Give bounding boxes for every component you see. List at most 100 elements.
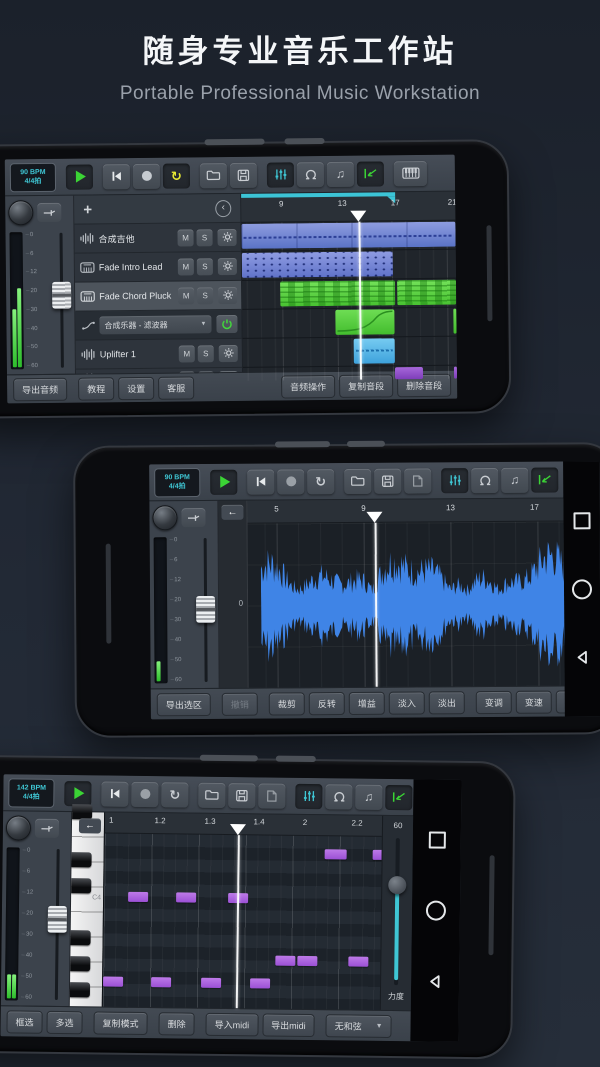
new-file-button[interactable]	[258, 782, 286, 809]
loop-region-bar[interactable]	[241, 192, 396, 198]
skip-start-button[interactable]	[101, 780, 129, 807]
midi-clip[interactable]	[397, 279, 457, 306]
volume-fader[interactable]	[196, 537, 216, 682]
automation-row[interactable]: 合成乐器 - 滤波器 ▼	[75, 309, 242, 341]
metronome-button[interactable]	[325, 783, 353, 810]
playhead-handle[interactable]	[366, 511, 383, 523]
midi-clip[interactable]	[453, 366, 458, 379]
play-button[interactable]	[65, 163, 94, 190]
solo-button[interactable]: S	[197, 286, 214, 304]
import-midi-button[interactable]: 导入midi	[205, 1012, 259, 1036]
automation-clip[interactable]	[453, 308, 457, 334]
fader-handle[interactable]	[52, 281, 72, 309]
black-key[interactable]	[71, 852, 92, 868]
fader-handle[interactable]	[47, 906, 67, 934]
midi-note[interactable]	[250, 978, 271, 989]
quantize-button[interactable]: ♫	[355, 784, 383, 810]
track-row[interactable]: 合成吉他 M S	[74, 222, 241, 254]
channel-fx-button[interactable]	[34, 818, 60, 838]
lane[interactable]	[242, 336, 457, 368]
return-start-button[interactable]	[356, 160, 385, 187]
playhead-handle[interactable]	[350, 210, 367, 222]
play-button[interactable]	[210, 469, 238, 495]
midi-note[interactable]	[324, 849, 347, 860]
mixer-button[interactable]	[295, 783, 323, 809]
black-key[interactable]	[69, 982, 90, 998]
automation-target-dropdown[interactable]: 合成乐器 - 滤波器 ▼	[99, 315, 212, 335]
midi-note[interactable]	[201, 977, 222, 988]
save-project-button[interactable]	[228, 782, 256, 808]
trim-button[interactable]: 裁剪	[268, 691, 305, 716]
midi-note[interactable]	[348, 956, 369, 967]
mute-button[interactable]: M	[177, 257, 194, 276]
timeline-ruler[interactable]: 9 13 17 21	[241, 191, 457, 223]
collapse-panel-button[interactable]: ‹	[215, 199, 232, 217]
volume-fader[interactable]	[47, 848, 67, 1000]
quantize-button[interactable]: ♫	[501, 467, 529, 493]
return-start-button[interactable]	[385, 784, 413, 810]
playhead-handle[interactable]	[229, 824, 247, 836]
track-row[interactable]: Fade Intro Lead M S	[74, 251, 242, 283]
volume-fader[interactable]	[52, 232, 72, 368]
back-button[interactable]: ←	[221, 504, 244, 520]
record-button[interactable]	[277, 468, 305, 494]
tutorial-button[interactable]: 教程	[78, 376, 115, 401]
playhead[interactable]	[235, 835, 240, 1009]
fade-out-button[interactable]: 淡出	[428, 690, 465, 714]
record-button[interactable]	[131, 781, 159, 807]
android-back-icon[interactable]	[427, 973, 443, 989]
midi-note[interactable]	[151, 977, 172, 988]
loop-button[interactable]: ↺	[162, 162, 191, 189]
black-key[interactable]	[71, 878, 92, 894]
lane[interactable]	[242, 278, 457, 310]
volume-knob[interactable]	[8, 200, 34, 226]
play-button[interactable]	[64, 780, 92, 806]
support-button[interactable]: 客服	[158, 375, 195, 400]
fade-in-button[interactable]: 淡入	[388, 690, 425, 715]
channel-fx-button[interactable]	[181, 507, 206, 528]
track-settings-button[interactable]	[217, 257, 237, 275]
midi-note[interactable]	[103, 976, 124, 987]
midi-note[interactable]	[128, 891, 149, 903]
mute-button[interactable]: M	[178, 286, 195, 305]
black-key[interactable]	[70, 930, 91, 946]
track-row[interactable]: Uplifter 1 M S	[75, 338, 242, 370]
piano-roll-grid[interactable]	[102, 833, 385, 1010]
export-audio-button[interactable]: 导出音频	[13, 377, 68, 401]
track-settings-button[interactable]	[218, 344, 238, 362]
export-midi-button[interactable]: 导出midi	[262, 1012, 315, 1037]
audio-clip[interactable]	[241, 221, 456, 249]
volume-knob[interactable]	[5, 815, 32, 841]
pitch-shift-button[interactable]: 变调	[475, 690, 512, 714]
track-row-selected[interactable]: Fade Chord Pluck M S	[75, 280, 242, 312]
record-button[interactable]	[132, 163, 161, 189]
skip-start-button[interactable]	[247, 469, 275, 495]
bpm-display[interactable]: 90 BPM 4/4拍	[154, 467, 201, 497]
keyboard-button[interactable]	[393, 160, 428, 186]
automation-clip[interactable]	[335, 309, 395, 335]
midi-clip[interactable]	[280, 280, 396, 307]
volume-knob[interactable]	[152, 505, 178, 531]
save-project-button[interactable]	[374, 468, 402, 494]
back-button[interactable]: ←	[78, 818, 102, 834]
channel-fx-button[interactable]	[37, 202, 62, 223]
quantize-button[interactable]: ♫	[326, 161, 355, 187]
open-project-button[interactable]	[198, 782, 226, 808]
android-recents-icon[interactable]	[428, 831, 446, 849]
waveform-display[interactable]	[247, 521, 565, 688]
bpm-display[interactable]: 142 BPM 4/4拍	[8, 777, 55, 808]
metronome-button[interactable]	[296, 161, 325, 187]
mixer-button[interactable]	[441, 467, 469, 493]
fader-handle[interactable]	[196, 595, 216, 623]
undo-button[interactable]: 撤销	[221, 692, 258, 716]
solo-button[interactable]: S	[196, 257, 213, 275]
lane[interactable]	[242, 307, 457, 339]
settings-button[interactable]: 设置	[118, 376, 155, 400]
android-back-icon[interactable]	[574, 649, 590, 665]
multi-select-button[interactable]: 多选	[46, 1010, 83, 1034]
mixer-button[interactable]	[266, 161, 295, 188]
loop-button[interactable]: ↺	[307, 468, 335, 494]
lane[interactable]	[243, 366, 458, 381]
bpm-display[interactable]: 90 BPM 4/4拍	[9, 162, 57, 192]
reverse-button[interactable]: 反转	[308, 691, 345, 715]
